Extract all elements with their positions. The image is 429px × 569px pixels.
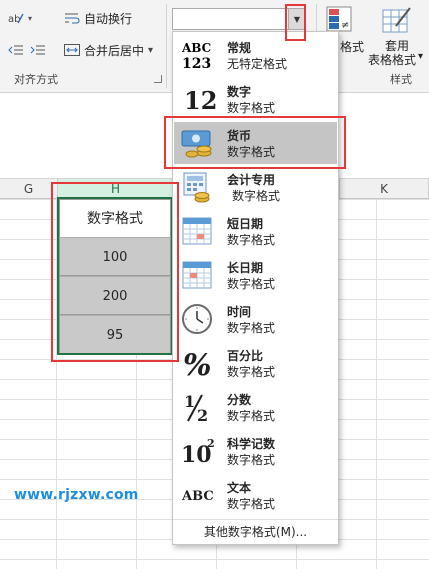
format-item-title: 数字 — [227, 85, 252, 99]
format-item-number[interactable]: 12 数字 数字格式 — [174, 78, 337, 120]
format-item-percent[interactable]: % 百分比 数字格式 — [174, 342, 337, 384]
short-date-calendar-icon — [180, 214, 216, 248]
chevron-down-icon: ▾ — [28, 13, 33, 23]
text-abc-icon: ABC — [180, 478, 216, 512]
format-item-subtitle: 数字格式 — [227, 277, 276, 291]
format-item-subtitle: 无特定格式 — [227, 57, 288, 71]
orientation-button[interactable]: ab ▾ — [8, 8, 32, 28]
increase-indent-button[interactable] — [30, 40, 50, 60]
format-item-subtitle: 数字格式 — [227, 321, 276, 335]
long-date-calendar-icon — [180, 258, 216, 292]
format-item-time[interactable]: 时间 数字格式 — [174, 298, 337, 340]
svg-text:12: 12 — [184, 86, 216, 115]
format-item-subtitle: 数字格式 — [227, 365, 276, 379]
alignment-dialog-launcher-icon[interactable] — [154, 75, 162, 83]
svg-text:≠: ≠ — [341, 20, 349, 31]
more-number-formats-link[interactable]: 其他数字格式(M)... — [173, 519, 338, 545]
wrap-text-button[interactable]: 自动换行 — [64, 8, 132, 28]
format-item-title: 文本 — [227, 481, 252, 495]
decrease-indent-button[interactable] — [8, 40, 28, 60]
format-item-title: 常规 — [227, 41, 252, 55]
format-item-title: 科学记数 — [227, 437, 276, 451]
general-abc123-icon: ABC 123 — [180, 38, 216, 72]
styles-group-label: 样式 — [390, 73, 412, 86]
format-item-subtitle: 数字格式 — [227, 233, 276, 247]
number-format-dropdown[interactable]: ABC 123 常规 无特定格式 12 数字 数字格式 货币 数字格式 会计专用 … — [172, 31, 339, 545]
merge-center-icon — [64, 43, 80, 57]
chevron-down-icon[interactable]: ▾ — [148, 45, 153, 56]
group-divider — [166, 4, 167, 88]
merge-center-button[interactable]: 合并后居中 ▾ — [64, 40, 153, 60]
format-item-subtitle: 数字格式 — [227, 101, 276, 115]
number-12-icon: 12 — [180, 82, 216, 116]
format-item-subtitle: 数字格式 — [227, 497, 276, 511]
format-item-title: 短日期 — [227, 217, 264, 231]
scientific-icon: 10 2 — [180, 434, 216, 468]
column-letter: G — [23, 182, 34, 196]
annotation-box-currency — [164, 116, 346, 169]
format-item-subtitle: 数字格式 — [227, 409, 276, 423]
format-item-title: 会计专用 — [227, 173, 276, 187]
wrap-text-label: 自动换行 — [84, 11, 133, 26]
format-as-table-label-line2: 表格格式 — [368, 53, 417, 67]
format-item-text[interactable]: ABC 文本 数字格式 — [174, 474, 337, 516]
accounting-icon — [180, 170, 216, 204]
format-item-subtitle: 数字格式 — [232, 189, 281, 203]
alignment-group-label: 对齐方式 — [14, 73, 58, 86]
clock-icon — [180, 302, 216, 336]
annotation-box-cells — [51, 182, 179, 362]
format-item-title: 时间 — [227, 305, 252, 319]
svg-text:1: 1 — [184, 392, 195, 411]
column-header-k[interactable]: K — [340, 179, 429, 199]
format-item-title: 百分比 — [227, 349, 264, 363]
wrap-text-icon — [64, 11, 80, 25]
orientation-icon: ab — [8, 11, 24, 25]
format-item-short-date[interactable]: 短日期 数字格式 — [174, 210, 337, 252]
svg-text:2: 2 — [197, 406, 208, 423]
format-item-title: 分数 — [227, 393, 252, 407]
annotation-box-dropdown-arrow — [285, 4, 306, 41]
format-item-subtitle: 数字格式 — [227, 453, 276, 467]
format-item-long-date[interactable]: 长日期 数字格式 — [174, 254, 337, 296]
svg-text:ABC: ABC — [181, 41, 211, 55]
conditional-format-label: 格式 — [340, 40, 365, 54]
fraction-icon: 12 — [180, 390, 216, 424]
svg-text:ab: ab — [8, 14, 20, 25]
format-as-table-button[interactable]: 套用 表格格式 ▾ — [366, 4, 428, 67]
format-item-general[interactable]: ABC 123 常规 无特定格式 — [174, 34, 337, 76]
format-as-table-icon — [382, 6, 412, 37]
format-item-scientific[interactable]: 10 2 科学记数 数字格式 — [174, 430, 337, 472]
watermark-text: www.rjzxw.com — [14, 487, 139, 503]
svg-text:%: % — [183, 348, 212, 379]
format-item-title: 长日期 — [227, 261, 264, 275]
format-item-fraction[interactable]: 12 分数 数字格式 — [174, 386, 337, 428]
decrease-indent-icon — [8, 43, 24, 57]
increase-indent-icon — [30, 43, 46, 57]
column-letter: K — [380, 182, 388, 196]
merge-center-label: 合并后居中 — [84, 43, 145, 58]
chevron-down-icon: ▾ — [418, 51, 424, 62]
svg-text:ABC: ABC — [181, 489, 214, 504]
format-item-accounting[interactable]: 会计专用 数字格式 — [174, 166, 337, 208]
svg-text:123: 123 — [182, 56, 211, 71]
percent-icon: % — [180, 346, 216, 380]
svg-text:2: 2 — [207, 437, 215, 450]
column-header-g[interactable]: G — [0, 179, 58, 199]
